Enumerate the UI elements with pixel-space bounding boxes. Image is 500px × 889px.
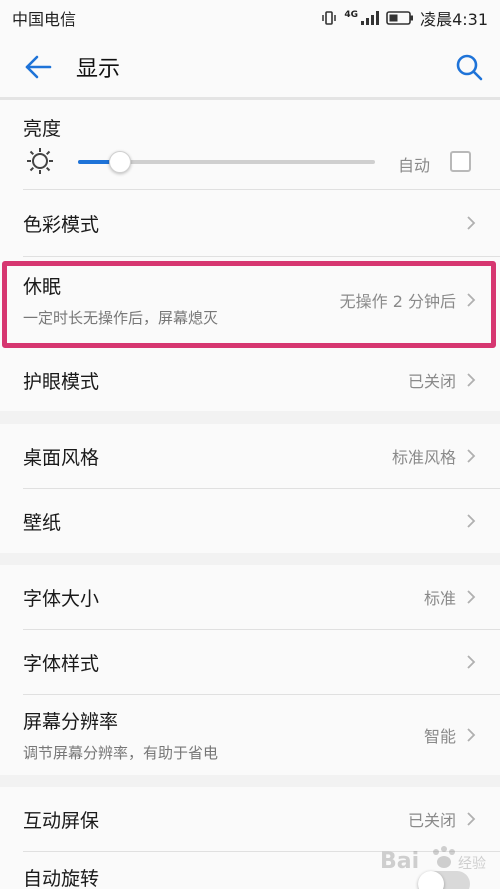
auto-brightness-checkbox[interactable] xyxy=(450,151,471,172)
app-bar: 显示 xyxy=(0,36,500,98)
row-sublabel: 调节屏幕分辨率，有助于省电 xyxy=(23,744,219,762)
back-button[interactable] xyxy=(0,36,76,98)
row-label: 互动屏保 xyxy=(23,809,100,832)
row-label: 休眠 xyxy=(23,276,62,298)
row-label: 屏幕分辨率 xyxy=(23,711,119,733)
auto-brightness-label: 自动 xyxy=(398,156,431,175)
battery-icon xyxy=(386,10,414,26)
row-value: 已关闭 xyxy=(407,811,456,830)
row-value: 无操作 2 分钟后 xyxy=(339,292,456,311)
row-label: 字体大小 xyxy=(23,587,100,610)
row-color-mode[interactable]: 色彩模式 xyxy=(0,190,500,256)
row-value: 智能 xyxy=(423,727,456,746)
row-label: 桌面风格 xyxy=(23,446,100,469)
vibrate-icon xyxy=(320,9,338,27)
row-eye-comfort[interactable]: 护眼模式 已关闭 xyxy=(0,348,500,412)
row-home-style[interactable]: 桌面风格 标准风格 xyxy=(0,424,500,488)
status-bar: 中国电信 4G 凌晨4:31 xyxy=(0,0,500,36)
chevron-right-icon xyxy=(467,514,476,528)
chevron-right-icon xyxy=(467,293,476,307)
clock: 凌晨4:31 xyxy=(420,10,488,29)
row-wallpaper[interactable]: 壁纸 xyxy=(0,489,500,553)
row-label: 字体样式 xyxy=(23,652,100,675)
page-title: 显示 xyxy=(76,57,121,82)
row-sublabel: 一定时长无操作后，屏幕熄灭 xyxy=(23,309,219,327)
row-resolution[interactable]: 屏幕分辨率 调节屏幕分辨率，有助于省电 智能 xyxy=(0,695,500,775)
chevron-right-icon xyxy=(467,373,476,387)
watermark-logo: Bai 经验 xyxy=(380,846,486,874)
row-font-style[interactable]: 字体样式 xyxy=(0,630,500,694)
chevron-right-icon xyxy=(467,449,476,463)
svg-text:经验: 经验 xyxy=(458,856,486,872)
brightness-slider-thumb[interactable] xyxy=(108,151,131,173)
back-arrow-icon xyxy=(25,55,52,79)
row-value: 标准风格 xyxy=(391,448,456,467)
network-type-label: 4G xyxy=(344,10,359,20)
chevron-right-icon xyxy=(467,728,476,742)
row-sleep[interactable]: 休眠 一定时长无操作后，屏幕熄灭 无操作 2 分钟后 xyxy=(0,257,500,343)
chevron-right-icon xyxy=(467,655,476,669)
row-label: 壁纸 xyxy=(23,511,62,534)
chevron-right-icon xyxy=(467,812,476,826)
row-value: 标准 xyxy=(423,589,456,608)
sun-icon xyxy=(27,148,53,174)
brightness-label: 亮度 xyxy=(23,118,62,140)
svg-text:Bai: Bai xyxy=(380,849,419,874)
search-button[interactable] xyxy=(438,36,500,98)
search-icon xyxy=(456,54,483,81)
row-value: 已关闭 xyxy=(407,372,456,391)
carrier-name: 中国电信 xyxy=(12,10,77,29)
row-label: 色彩模式 xyxy=(23,213,100,236)
row-label: 护眼模式 xyxy=(23,370,100,393)
row-font-size[interactable]: 字体大小 标准 xyxy=(0,565,500,629)
status-icons: 4G 凌晨4:31 xyxy=(320,6,488,30)
signal-icon xyxy=(360,10,380,26)
brightness-slider[interactable] xyxy=(78,151,375,173)
chevron-right-icon xyxy=(467,590,476,604)
chevron-right-icon xyxy=(467,216,476,230)
